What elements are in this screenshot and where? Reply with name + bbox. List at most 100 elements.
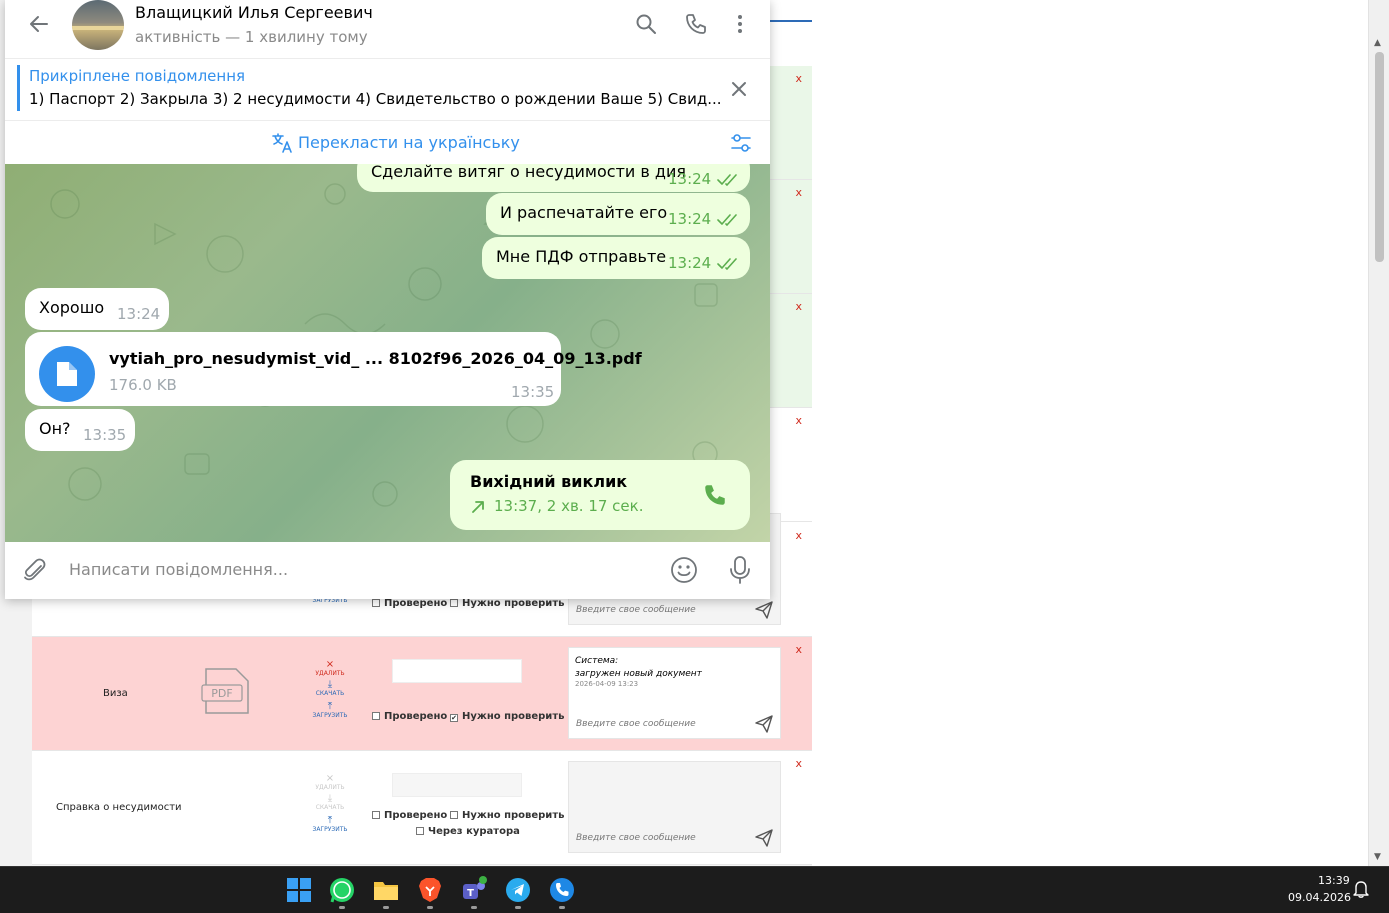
delete-row-icon[interactable]: x [795,186,802,199]
microphone-icon[interactable] [727,554,753,586]
message-bubble-incoming[interactable]: Хорошо 13:24 [25,288,169,330]
document-file-icon[interactable] [39,346,95,402]
call-details: 13:37, 2 хв. 17 сек. [494,497,644,515]
via-curator-checkbox[interactable]: Через куратора [416,826,520,837]
paperclip-icon[interactable] [21,557,49,585]
comment-placeholder: Введите свое сообщение [576,719,696,729]
delete-row-icon[interactable]: x [795,72,802,85]
delete-action[interactable]: × УДАЛИТЬ [312,659,348,677]
message-time: 13:35 [511,383,555,401]
document-name: Виза [103,688,128,699]
download-action: ⤓ СКАЧАТЬ [315,793,345,811]
file-name[interactable]: vytiah_pro_nesudymist_vid_ ... 8102f96_2… [109,349,642,368]
translate-button[interactable]: Перекласти на українську [298,133,520,152]
running-indicator [339,906,345,909]
running-indicator [515,906,521,909]
brave-icon[interactable] [416,876,444,904]
read-checkmarks-icon [717,174,737,186]
comment-placeholder: Введите свое сообщение [576,833,696,843]
delete-row-icon[interactable]: x [795,643,802,656]
search-icon[interactable] [634,12,658,36]
message-time: 13:35 [83,426,127,444]
running-indicator [559,906,565,909]
translate-settings-icon[interactable] [729,131,753,155]
more-options-icon[interactable] [728,12,752,36]
close-icon[interactable] [730,80,748,98]
notification-bell-icon[interactable] [1352,879,1370,899]
comment-box[interactable]: Система: загружен новый документ 2026-04… [568,647,781,739]
call-message-bubble[interactable]: Вихідний виклик 13:37, 2 хв. 17 сек. [450,460,750,530]
pinned-title: Прикріплене повідомлення [29,67,246,85]
system-message: загружен новый документ [575,669,702,679]
delete-row-icon[interactable]: x [795,529,802,542]
message-time: 13:24 [668,210,712,228]
windows-start-icon[interactable] [285,876,313,904]
emoji-icon[interactable] [669,555,699,585]
upload-action[interactable]: ⤒ ЗАГРУЗИТЬ [312,701,348,719]
clock-time[interactable]: 13:39 [1318,874,1350,887]
file-message-bubble[interactable]: vytiah_pro_nesudymist_vid_ ... 8102f96_2… [25,332,642,406]
checked-checkbox[interactable]: Проверено [372,810,447,821]
checked-checkbox[interactable]: Проверено [372,711,447,722]
comment-box[interactable]: Введите свое сообщение [568,761,781,853]
translate-bar[interactable]: Перекласти на українську [5,120,770,164]
back-arrow-icon[interactable] [27,12,51,36]
send-icon[interactable] [754,828,774,848]
comment-placeholder: Введите свое сообщение [576,605,696,615]
system-label: Система: [575,656,619,666]
pinned-message[interactable]: Прикріплене повідомлення 1) Паспорт 2) З… [5,58,770,120]
svg-text:T: T [467,888,474,899]
message-time: 13:24 [668,170,712,188]
telegram-icon[interactable] [504,876,532,904]
needs-check-checkbox[interactable]: Нужно проверить [450,598,564,609]
message-text: И распечатайте его [500,203,668,222]
file-size: 176.0 KB [109,376,177,394]
needs-check-checkbox[interactable]: ✔ Нужно проверить [450,711,564,722]
phone-app-icon[interactable] [548,876,576,904]
outgoing-arrow-icon [472,501,484,513]
scroll-up-arrow[interactable]: ▲ [1374,38,1381,48]
chat-header: Влащицкий Илья Сергеевич активність — 1 … [5,0,770,58]
send-icon[interactable] [754,714,774,734]
checked-checkbox[interactable]: Проверено [372,598,447,609]
message-bubble-outgoing[interactable]: Мне ПДФ отправьте 13:24 [482,237,750,279]
document-row: x Справка о несудимости × УДАЛИТЬ ⤓ СКАЧАТ… [32,751,812,865]
delete-row-icon[interactable]: x [795,414,802,427]
running-indicator [471,906,477,909]
upload-action[interactable]: ⤒ ЗАГРУЗИТЬ [312,815,348,833]
read-checkmarks-icon [717,214,737,226]
whatsapp-icon[interactable] [328,876,356,904]
delete-row-icon[interactable]: x [795,757,802,770]
delete-action: × УДАЛИТЬ [315,773,345,791]
message-composer: Написати повідомлення... [5,542,770,599]
message-bubble-incoming[interactable]: Он? 13:35 [25,409,135,451]
delete-row-icon[interactable]: x [795,300,802,313]
contact-status: активність — 1 хвилину тому [135,28,368,46]
pinned-text: 1) Паспорт 2) Закрыла 3) 2 несудимости 4… [29,90,722,108]
clock-date[interactable]: 09.04.2026 [1288,891,1351,904]
message-bubble-outgoing[interactable]: И распечатайте его 13:24 [486,193,750,235]
message-input[interactable]: Написати повідомлення... [69,560,288,579]
contact-name[interactable]: Влащицкий Илья Сергеевич [135,3,373,22]
teams-icon[interactable]: T [460,876,488,904]
message-text: Хорошо [39,298,105,317]
date-input[interactable] [392,773,522,797]
scroll-down-arrow[interactable]: ▼ [1374,852,1381,862]
message-time: 13:24 [117,305,161,323]
needs-check-checkbox[interactable]: Нужно проверить [450,810,564,821]
file-explorer-icon[interactable] [372,876,400,904]
send-icon[interactable] [754,600,774,620]
chat-area[interactable]: Сделайте витяг о несудимости в дия 13:24… [5,164,770,542]
translate-icon [272,133,292,153]
call-back-icon[interactable] [702,482,728,508]
running-indicator [383,906,389,909]
message-text: Мне ПДФ отправьте [496,247,667,266]
avatar[interactable] [72,0,124,50]
call-title: Вихідний виклик [470,472,628,491]
date-input[interactable] [392,659,522,683]
message-bubble-outgoing[interactable]: Сделайте витяг о несудимости в дия 13:24 [357,164,750,192]
phone-call-icon[interactable] [684,12,708,36]
scroll-thumb[interactable] [1375,52,1384,262]
download-action[interactable]: ⤓ СКАЧАТЬ [312,679,348,697]
page-scrollbar[interactable]: ▲ ▼ [1368,0,1389,866]
